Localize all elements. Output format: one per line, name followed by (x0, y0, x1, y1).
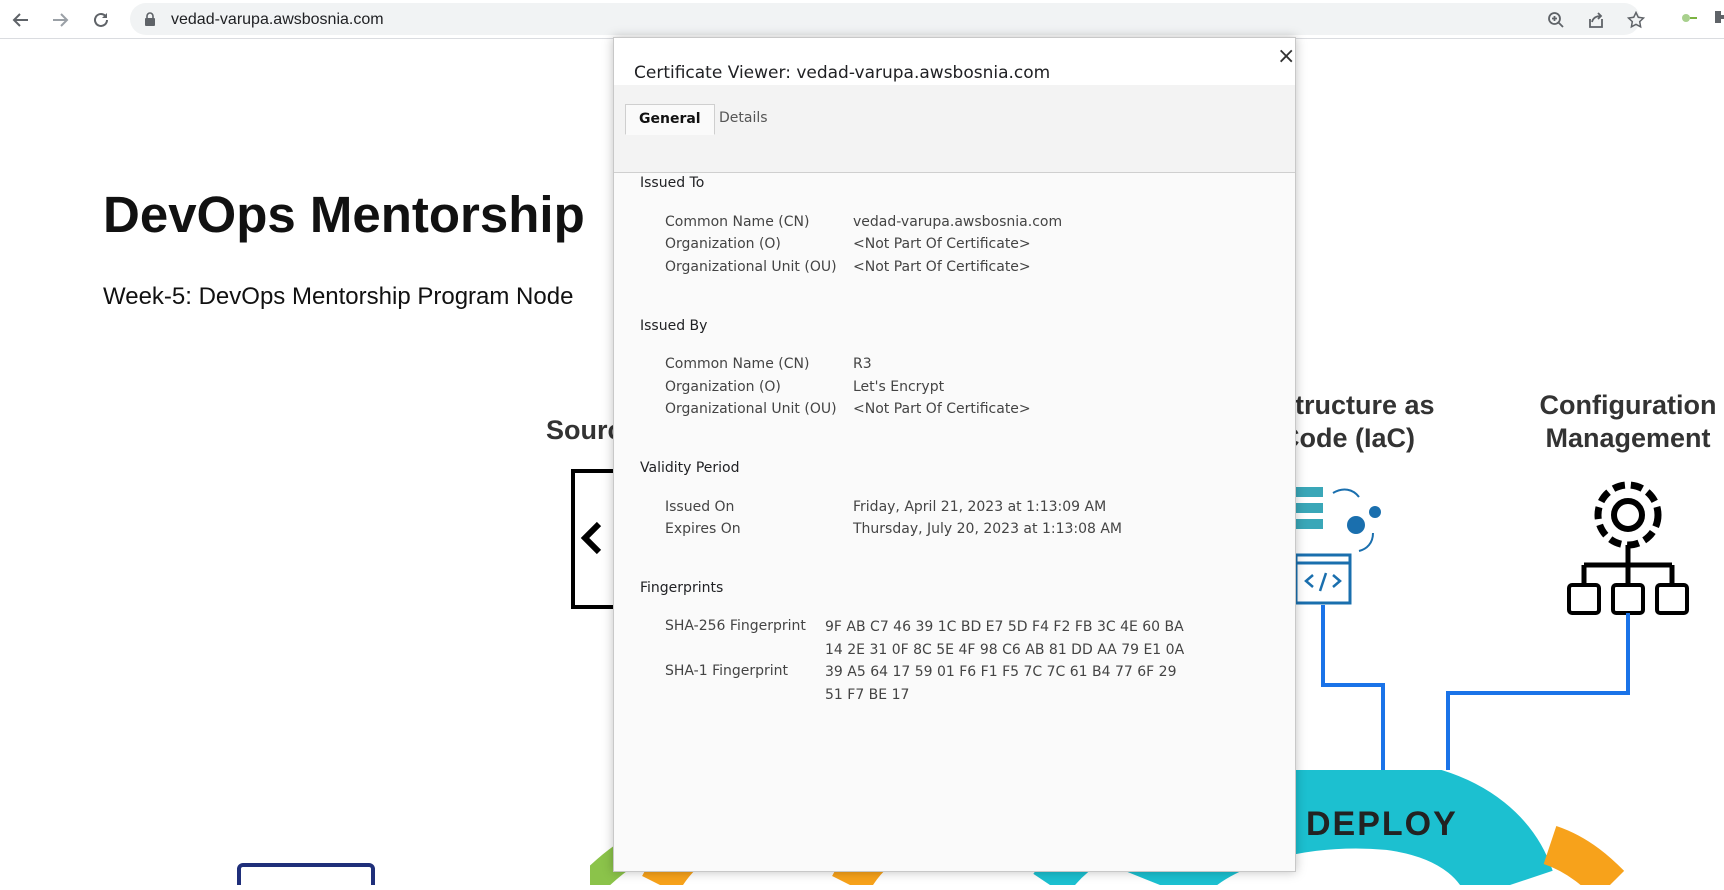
tab-general[interactable]: General (625, 104, 715, 135)
lock-icon[interactable] (144, 12, 156, 31)
fingerprints-heading: Fingerprints (640, 580, 724, 596)
sha1-label: SHA-1 Fingerprint (665, 663, 789, 679)
reload-icon[interactable] (88, 7, 114, 33)
pipeline-connector (1320, 605, 1640, 775)
expires-on-label: Expires On (665, 521, 741, 537)
issued-to-ou-label: Organizational Unit (OU) (665, 259, 837, 275)
issued-to-cn-value: vedad-varupa.awsbosnia.com (853, 214, 1063, 230)
issued-by-cn-label: Common Name (CN) (665, 356, 810, 372)
source-code-icon (571, 469, 635, 616)
bottom-box-graphic (236, 863, 376, 890)
share-icon[interactable] (1585, 9, 1607, 31)
expires-on-value: Thursday, July 20, 2023 at 1:13:08 AM (853, 521, 1123, 537)
issued-to-cn-label: Common Name (CN) (665, 214, 810, 230)
configuration-gear-icon (1566, 473, 1690, 621)
sha1-value-line2: 51 F7 BE 17 (825, 687, 910, 703)
dialog-title: Certificate Viewer: vedad-varupa.awsbosn… (634, 63, 1051, 83)
extension-icon[interactable] (1680, 8, 1698, 31)
config-line1: Configuration (1539, 390, 1717, 420)
issued-to-o-value: <Not Part Of Certificate> (853, 236, 1031, 252)
star-icon[interactable] (1625, 9, 1647, 31)
iac-line1: structure as (1280, 390, 1435, 420)
page-subtitle: Week-5: DevOps Mentorship Program Node (103, 283, 574, 310)
back-icon[interactable] (8, 7, 34, 33)
deploy-label: DEPLOY (1306, 805, 1458, 843)
issued-by-ou-label: Organizational Unit (OU) (665, 401, 837, 417)
issued-to-heading: Issued To (640, 175, 705, 191)
issued-by-cn-value: R3 (853, 356, 872, 372)
page-title: DevOps Mentorship (103, 186, 585, 243)
url-text[interactable]: vedad-varupa.awsbosnia.com (171, 11, 384, 29)
issued-by-ou-value: <Not Part Of Certificate> (853, 401, 1031, 417)
sha256-label: SHA-256 Fingerprint (665, 618, 806, 634)
issued-to-ou-value: <Not Part Of Certificate> (853, 259, 1031, 275)
sha1-value-line1: 39 A5 64 17 59 01 F6 F1 F5 7C 7C 61 B4 7… (825, 664, 1177, 680)
stage-label-source: Sourc (546, 415, 623, 445)
stage-label-iac: structure as Code (IaC) (1280, 389, 1435, 455)
sha256-value-line2: 14 2E 31 0F 8C 5E 4F 98 C6 AB 81 DD AA 7… (825, 642, 1185, 658)
issued-on-label: Issued On (665, 499, 735, 515)
zoom-icon[interactable] (1545, 9, 1567, 31)
issued-to-o-label: Organization (O) (665, 236, 781, 252)
dialog-header: Certificate Viewer: vedad-varupa.awsbosn… (614, 38, 1295, 85)
close-icon[interactable]: × (1277, 46, 1295, 68)
tab-details[interactable]: Details (706, 104, 781, 133)
address-bar[interactable]: vedad-varupa.awsbosnia.com (130, 3, 1645, 35)
iac-line2: Code (IaC) (1280, 423, 1415, 453)
issued-by-o-label: Organization (O) (665, 379, 781, 395)
stage-label-config: Configuration Management (1533, 389, 1723, 455)
issued-by-heading: Issued By (640, 318, 708, 334)
issued-on-value: Friday, April 21, 2023 at 1:13:09 AM (853, 499, 1107, 515)
certificate-viewer-dialog: Certificate Viewer: vedad-varupa.awsbosn… (613, 37, 1296, 872)
browser-toolbar: vedad-varupa.awsbosnia.com (0, 0, 1724, 39)
forward-icon[interactable] (47, 7, 73, 33)
iac-icon (1293, 485, 1388, 612)
sha256-value-line1: 9F AB C7 46 39 1C BD E7 5D F4 F2 FB 3C 4… (825, 619, 1184, 635)
validity-heading: Validity Period (640, 460, 740, 476)
issued-by-o-value: Let's Encrypt (853, 379, 945, 395)
config-line2: Management (1545, 423, 1711, 453)
puzzle-icon[interactable] (1713, 8, 1724, 31)
